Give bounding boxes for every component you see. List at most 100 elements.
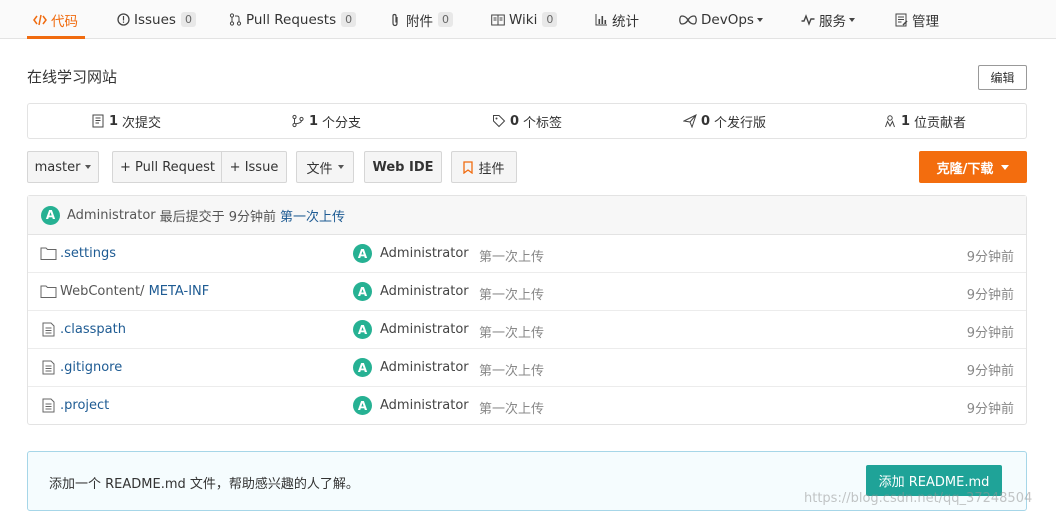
new-pull-request-button[interactable]: + Pull Request: [112, 151, 222, 183]
avatar[interactable]: A: [41, 205, 60, 225]
stat-tags[interactable]: 0 个标签: [492, 104, 562, 138]
tab-label: DevOps: [701, 11, 754, 28]
table-row[interactable]: .settings A Administrator 第一次上传 9分钟前: [28, 235, 1026, 273]
service-icon: [801, 13, 815, 27]
stats-icon: [594, 13, 608, 27]
pull-request-icon: [228, 13, 242, 27]
repo-description: 在线学习网站: [27, 68, 118, 86]
file-menu-button[interactable]: 文件: [296, 151, 354, 183]
code-icon: [33, 13, 47, 27]
stat-releases[interactable]: 0 个发行版: [683, 104, 766, 138]
tab-services[interactable]: 服务: [801, 0, 855, 39]
file-commit-author[interactable]: Administrator: [380, 398, 469, 413]
tab-wiki[interactable]: Wiki 0: [491, 0, 558, 39]
tab-code[interactable]: 代码: [33, 0, 78, 39]
commit-time: 最后提交于 9分钟前: [159, 209, 277, 225]
tab-pull-requests[interactable]: Pull Requests 0: [228, 0, 357, 39]
avatar[interactable]: A: [353, 244, 372, 263]
stat-number: 1: [109, 113, 119, 129]
stat-label: 个发行版: [714, 115, 767, 131]
clone-label: 克隆/下载: [936, 161, 994, 177]
file-commit-message[interactable]: 第一次上传: [479, 360, 544, 379]
avatar[interactable]: A: [353, 396, 372, 415]
readme-notice-text: 添加一个 README.md 文件，帮助感兴趣的人了解。: [49, 477, 359, 492]
branch-select[interactable]: master: [27, 151, 99, 183]
widget-button[interactable]: 挂件: [451, 151, 517, 183]
tab-label: 统计: [612, 13, 639, 30]
file-commit-time: 9分钟前: [966, 326, 1014, 341]
stat-label: 次提交: [122, 115, 162, 131]
active-tab-indicator: [27, 36, 85, 39]
watermark: https://blog.csdn.net/qq_37248504: [804, 491, 1033, 506]
file-name-link[interactable]: .project: [60, 398, 109, 413]
devops-icon: [679, 13, 697, 27]
tab-devops[interactable]: DevOps: [679, 0, 763, 39]
commit-message-link[interactable]: 第一次上传: [280, 206, 345, 225]
stat-number: 1: [309, 113, 319, 129]
tab-count-badge: 0: [438, 12, 453, 27]
stat-commits[interactable]: 1 次提交: [91, 104, 161, 138]
commit-icon: [92, 114, 104, 128]
file-name-link[interactable]: WebContent/ META-INF: [60, 284, 209, 299]
stat-number: 0: [701, 113, 711, 129]
widget-label: 挂件: [478, 161, 505, 177]
tab-label: Wiki: [509, 11, 538, 28]
commit-author[interactable]: Administrator: [67, 208, 156, 223]
chevron-down-icon: [756, 17, 763, 22]
tab-count-badge: 0: [180, 12, 196, 27]
tab-label: 附件: [406, 13, 433, 30]
file-commit-time: 9分钟前: [966, 364, 1014, 379]
chevron-down-icon: [85, 165, 92, 169]
file-commit-time: 9分钟前: [966, 250, 1014, 265]
stat-label: 个分支: [322, 115, 362, 131]
branch-name: master: [34, 159, 81, 175]
table-row[interactable]: .project A Administrator 第一次上传 9分钟前: [28, 387, 1026, 425]
stat-contributors[interactable]: 1 位贡献者: [883, 104, 966, 138]
tag-icon: [493, 115, 506, 128]
file-commit-message[interactable]: 第一次上传: [479, 246, 544, 265]
clone-download-button[interactable]: 克隆/下载: [919, 151, 1027, 183]
button-group-divider: [221, 151, 222, 183]
file-commit-author[interactable]: Administrator: [380, 284, 469, 299]
manage-icon: [894, 13, 908, 27]
avatar[interactable]: A: [353, 358, 372, 377]
tab-issues[interactable]: Issues 0: [116, 0, 196, 39]
tab-attachments[interactable]: 附件 0: [388, 0, 453, 39]
chevron-down-icon: [849, 17, 855, 22]
file-icon: [42, 398, 55, 413]
file-commit-author[interactable]: Administrator: [380, 322, 469, 337]
file-name-link[interactable]: .classpath: [60, 322, 126, 337]
table-row[interactable]: .gitignore A Administrator 第一次上传 9分钟前: [28, 349, 1026, 387]
file-commit-author[interactable]: Administrator: [380, 360, 469, 375]
table-row[interactable]: .classpath A Administrator 第一次上传 9分钟前: [28, 311, 1026, 349]
avatar[interactable]: A: [353, 282, 372, 301]
tab-stats[interactable]: 统计: [594, 0, 639, 39]
avatar[interactable]: A: [353, 320, 372, 339]
tab-label: 代码: [51, 13, 78, 30]
tab-count-badge: 0: [542, 12, 558, 27]
file-commit-message[interactable]: 第一次上传: [479, 322, 544, 341]
edit-description-button[interactable]: 编辑: [978, 65, 1027, 90]
bookmark-icon: [463, 160, 474, 174]
table-row[interactable]: WebContent/ META-INF A Administrator 第一次…: [28, 273, 1026, 311]
file-commit-author[interactable]: Administrator: [380, 246, 469, 261]
contributors-icon: [885, 115, 895, 128]
file-commit-message[interactable]: 第一次上传: [479, 398, 544, 417]
stat-number: 1: [901, 113, 911, 129]
wiki-icon: [491, 13, 505, 27]
file-menu-label: 文件: [306, 161, 333, 177]
tab-manage[interactable]: 管理: [894, 0, 939, 39]
stat-label: 个标签: [523, 115, 563, 131]
file-name-link[interactable]: .settings: [60, 246, 116, 261]
tab-label: 管理: [912, 13, 939, 30]
web-ide-button[interactable]: Web IDE: [364, 151, 442, 183]
chevron-down-icon: [1001, 164, 1010, 170]
file-name-link[interactable]: .gitignore: [60, 360, 122, 375]
stat-branches[interactable]: 1 个分支: [291, 104, 361, 138]
tab-label: Issues: [134, 11, 176, 28]
folder-icon: [40, 285, 57, 298]
stat-number: 0: [510, 113, 520, 129]
new-issue-button[interactable]: + Issue: [222, 151, 287, 183]
file-commit-message[interactable]: 第一次上传: [479, 284, 544, 303]
folder-icon: [40, 247, 57, 260]
